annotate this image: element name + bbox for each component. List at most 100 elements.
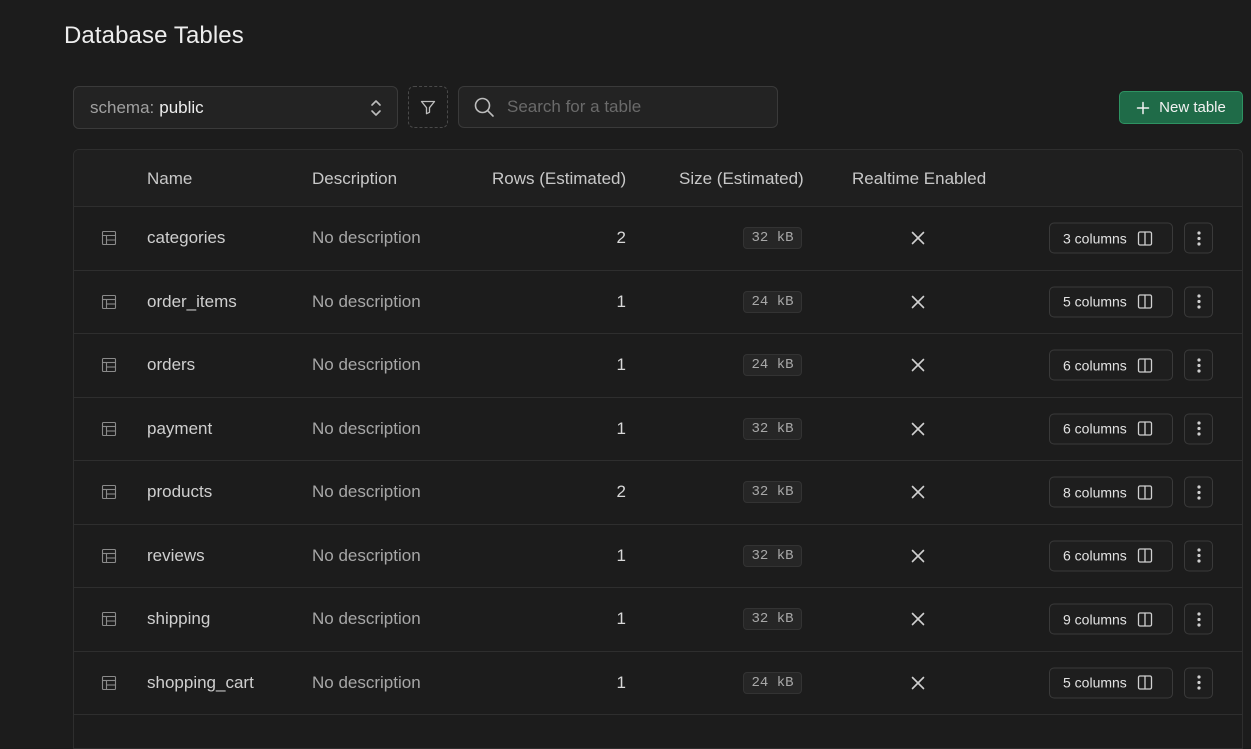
table-name[interactable]: categories <box>147 228 225 248</box>
toolbar: schema: public New table <box>73 86 1243 129</box>
chevrons-up-down-icon <box>369 98 383 118</box>
columns-button[interactable]: 3 columns <box>1049 222 1173 254</box>
table-header: Name Description Rows (Estimated) Size (… <box>74 150 1242 207</box>
new-table-label: New table <box>1159 99 1226 116</box>
header-size: Size (Estimated) <box>679 169 804 188</box>
row-menu-button[interactable] <box>1184 603 1213 635</box>
row-menu-button[interactable] <box>1184 413 1213 445</box>
table-row[interactable]: shopping_cart No description 1 24 kB 5 c… <box>74 652 1242 715</box>
tables-list: Name Description Rows (Estimated) Size (… <box>73 149 1243 749</box>
table-icon <box>101 294 117 310</box>
columns-icon <box>1137 611 1153 627</box>
more-vertical-icon <box>1196 484 1201 500</box>
table-description: No description <box>312 355 421 375</box>
realtime-disabled-icon <box>910 294 926 310</box>
schema-select[interactable]: schema: public <box>73 86 398 129</box>
columns-label: 5 columns <box>1063 674 1127 691</box>
schema-value: public <box>159 97 204 117</box>
page-title: Database Tables <box>64 22 244 49</box>
columns-button[interactable]: 9 columns <box>1049 603 1173 635</box>
table-row[interactable]: categories No description 2 32 kB 3 colu… <box>74 207 1242 271</box>
realtime-disabled-icon <box>910 421 926 437</box>
table-description: No description <box>312 291 421 311</box>
search-icon <box>473 96 495 118</box>
table-description: No description <box>312 545 421 565</box>
columns-icon <box>1137 548 1153 564</box>
table-row[interactable]: orders No description 1 24 kB 6 columns <box>74 334 1242 398</box>
table-description: No description <box>312 418 421 438</box>
table-name[interactable]: shipping <box>147 609 210 629</box>
columns-label: 6 columns <box>1063 547 1127 564</box>
columns-button[interactable]: 8 columns <box>1049 476 1173 508</box>
row-menu-button[interactable] <box>1184 540 1213 572</box>
row-menu-button[interactable] <box>1184 222 1213 254</box>
realtime-disabled-icon <box>910 230 926 246</box>
row-count: 1 <box>616 672 626 692</box>
columns-label: 5 columns <box>1063 293 1127 310</box>
table-row[interactable]: shipping No description 1 32 kB 9 column… <box>74 588 1242 652</box>
table-description: No description <box>312 672 421 692</box>
search-box <box>458 86 778 128</box>
row-menu-button[interactable] <box>1184 349 1213 381</box>
columns-button[interactable]: 6 columns <box>1049 413 1173 445</box>
table-description: No description <box>312 609 421 629</box>
columns-label: 6 columns <box>1063 420 1127 437</box>
columns-button[interactable]: 5 columns <box>1049 667 1173 699</box>
table-row[interactable]: reviews No description 1 32 kB 6 columns <box>74 525 1242 588</box>
table-name[interactable]: reviews <box>147 546 205 566</box>
realtime-disabled-icon <box>910 611 926 627</box>
table-name[interactable]: shopping_cart <box>147 673 254 693</box>
more-vertical-icon <box>1196 611 1201 627</box>
table-icon <box>101 484 117 500</box>
columns-label: 8 columns <box>1063 484 1127 501</box>
table-row[interactable]: products No description 2 32 kB 8 column… <box>74 461 1242 525</box>
realtime-disabled-icon <box>910 675 926 691</box>
header-name: Name <box>147 169 193 188</box>
columns-button[interactable]: 6 columns <box>1049 349 1173 381</box>
row-count: 2 <box>616 228 626 248</box>
table-name[interactable]: payment <box>147 419 212 439</box>
size-badge: 24 kB <box>743 354 802 377</box>
realtime-disabled-icon <box>910 484 926 500</box>
row-count: 1 <box>616 609 626 629</box>
more-vertical-icon <box>1196 421 1201 437</box>
row-count: 1 <box>616 545 626 565</box>
columns-button[interactable]: 6 columns <box>1049 540 1173 572</box>
table-description: No description <box>312 228 421 248</box>
table-row[interactable]: payment No description 1 32 kB 6 columns <box>74 398 1242 461</box>
table-icon <box>101 548 117 564</box>
header-realtime: Realtime Enabled <box>852 169 987 188</box>
size-badge: 32 kB <box>743 544 802 567</box>
filter-button[interactable] <box>408 86 448 128</box>
size-badge: 32 kB <box>743 227 802 250</box>
table-name[interactable]: order_items <box>147 292 237 312</box>
filter-icon <box>420 99 436 115</box>
row-count: 1 <box>616 418 626 438</box>
columns-button[interactable]: 5 columns <box>1049 286 1173 318</box>
more-vertical-icon <box>1196 230 1201 246</box>
row-menu-button[interactable] <box>1184 286 1213 318</box>
row-menu-button[interactable] <box>1184 667 1213 699</box>
table-icon <box>101 675 117 691</box>
columns-icon <box>1137 484 1153 500</box>
table-name[interactable]: orders <box>147 355 195 375</box>
table-row[interactable]: order_items No description 1 24 kB 5 col… <box>74 271 1242 334</box>
columns-label: 9 columns <box>1063 611 1127 628</box>
new-table-button[interactable]: New table <box>1119 91 1243 124</box>
columns-label: 6 columns <box>1063 357 1127 374</box>
header-rows: Rows (Estimated) <box>492 169 627 188</box>
columns-label: 3 columns <box>1063 230 1127 247</box>
table-name[interactable]: products <box>147 482 212 502</box>
realtime-disabled-icon <box>910 357 926 373</box>
size-badge: 32 kB <box>743 608 802 631</box>
row-count: 1 <box>616 355 626 375</box>
columns-icon <box>1137 230 1153 246</box>
table-icon <box>101 357 117 373</box>
table-description: No description <box>312 482 421 502</box>
size-badge: 32 kB <box>743 481 802 504</box>
more-vertical-icon <box>1196 294 1201 310</box>
search-input[interactable] <box>507 97 757 117</box>
table-icon <box>101 611 117 627</box>
plus-icon <box>1136 101 1150 115</box>
row-menu-button[interactable] <box>1184 476 1213 508</box>
